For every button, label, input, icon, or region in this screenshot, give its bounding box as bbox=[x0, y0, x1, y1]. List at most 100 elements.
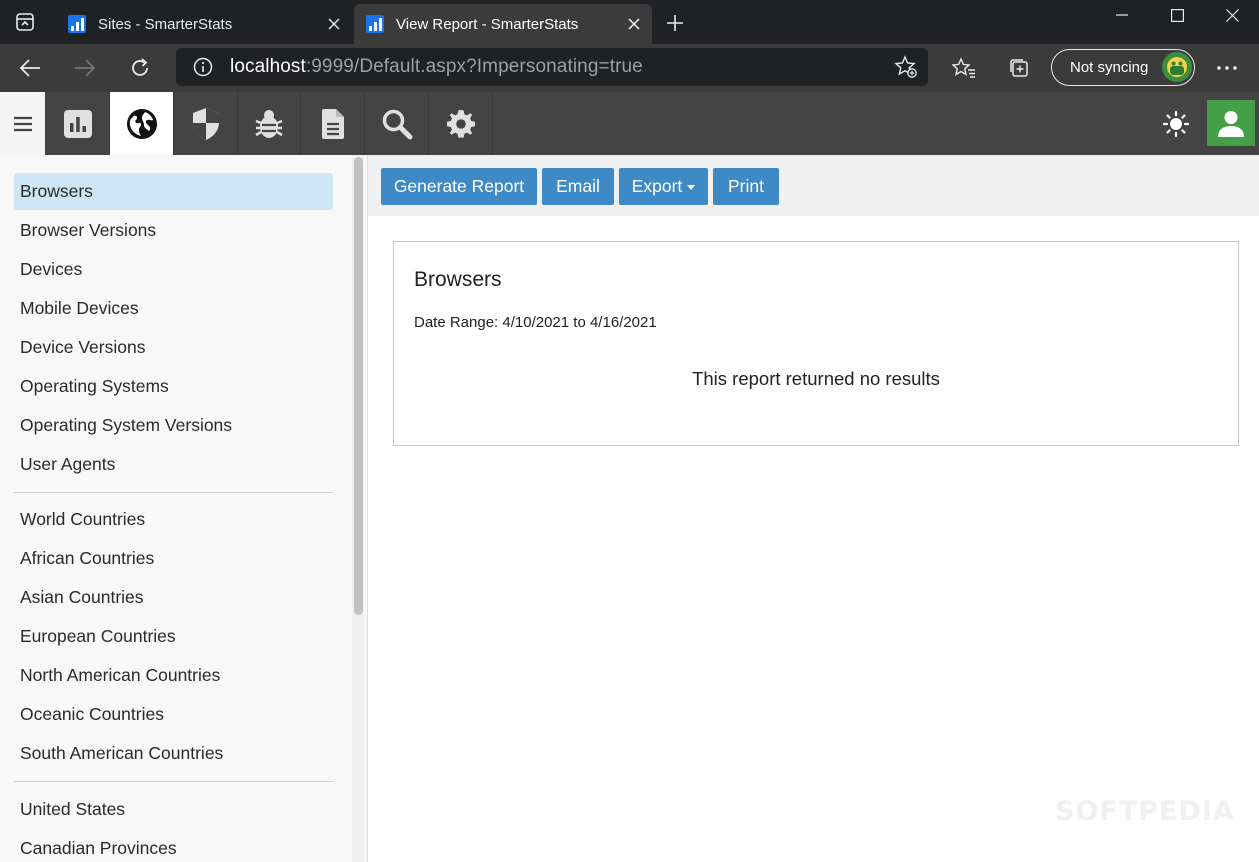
search-icon bbox=[382, 109, 412, 139]
menu-toggle-button[interactable] bbox=[0, 92, 45, 155]
caret-down-icon bbox=[687, 185, 696, 190]
add-favorite-button[interactable] bbox=[894, 55, 918, 79]
sidebar-item-user-agents[interactable]: User Agents bbox=[14, 446, 333, 483]
document-icon bbox=[321, 108, 344, 139]
sidebar-item-oceanic-countries[interactable]: Oceanic Countries bbox=[14, 696, 333, 733]
generate-report-button[interactable]: Generate Report bbox=[381, 168, 537, 205]
sidebar-item-device-versions[interactable]: Device Versions bbox=[14, 329, 333, 366]
plus-icon bbox=[667, 15, 683, 31]
toolbar-settings-button[interactable] bbox=[429, 92, 493, 155]
browser-navbar: localhost:9999/Default.aspx?Impersonatin… bbox=[0, 44, 1259, 92]
globe-icon bbox=[126, 108, 157, 139]
tab-title: View Report - SmarterStats bbox=[396, 15, 579, 33]
tab-view-report[interactable]: View Report - SmarterStats bbox=[354, 4, 652, 44]
refresh-icon bbox=[132, 58, 148, 76]
sidebar-item-european-countries[interactable]: European Countries bbox=[14, 618, 333, 655]
arrow-left-icon bbox=[19, 59, 40, 77]
close-window-button[interactable] bbox=[1205, 0, 1259, 30]
close-icon bbox=[1225, 8, 1239, 22]
toolbar-errors-button[interactable] bbox=[237, 92, 301, 155]
toolbar-reports-button[interactable] bbox=[46, 92, 110, 155]
theme-toggle-button[interactable] bbox=[1152, 100, 1200, 148]
toolbar-geo-button[interactable] bbox=[110, 92, 174, 155]
close-icon bbox=[628, 18, 640, 30]
arrow-right-icon bbox=[75, 59, 96, 77]
refresh-button[interactable] bbox=[120, 48, 160, 88]
sidebar-item-south-american-countries[interactable]: South American Countries bbox=[14, 735, 333, 772]
browser-titlebar: Sites - SmarterStats View Report - Smart… bbox=[0, 0, 1259, 44]
toolbar-search-button[interactable] bbox=[365, 92, 429, 155]
settings-more-button[interactable] bbox=[1207, 48, 1247, 88]
smarterstats-favicon bbox=[68, 15, 86, 33]
favorites-button[interactable] bbox=[944, 48, 984, 88]
sync-status-label: Not syncing bbox=[1070, 59, 1149, 76]
report-date-range: Date Range: 4/10/2021 to 4/16/2021 bbox=[414, 314, 657, 331]
sidebar-item-african-countries[interactable]: African Countries bbox=[14, 540, 333, 577]
info-icon bbox=[193, 57, 213, 77]
minimize-icon bbox=[1116, 14, 1128, 16]
forward-button[interactable] bbox=[65, 48, 105, 88]
report-title: Browsers bbox=[414, 268, 502, 291]
print-button[interactable]: Print bbox=[713, 168, 779, 205]
report-sidebar: Browsers Browser Versions Devices Mobile… bbox=[0, 155, 368, 862]
softpedia-watermark: SOFTPEDIA bbox=[1055, 796, 1235, 827]
maximize-icon bbox=[1170, 8, 1184, 22]
export-dropdown-button[interactable]: Export bbox=[619, 168, 708, 205]
sidebar-item-browser-versions[interactable]: Browser Versions bbox=[14, 212, 333, 249]
profile-sync-button[interactable]: Not syncing bbox=[1051, 49, 1195, 86]
back-button[interactable] bbox=[10, 48, 50, 88]
sidebar-scrollbar[interactable] bbox=[352, 155, 364, 862]
sidebar-item-canadian-provinces[interactable]: Canadian Provinces bbox=[14, 830, 333, 862]
tab-title: Sites - SmarterStats bbox=[98, 15, 233, 33]
tab-actions-button[interactable] bbox=[0, 0, 50, 44]
hamburger-icon bbox=[13, 116, 32, 131]
shield-icon bbox=[192, 107, 219, 140]
profile-avatar-icon bbox=[1162, 52, 1192, 82]
sidebar-item-asian-countries[interactable]: Asian Countries bbox=[14, 579, 333, 616]
toolbar-security-button[interactable] bbox=[174, 92, 238, 155]
export-label: Export bbox=[631, 176, 683, 196]
address-bar[interactable]: localhost:9999/Default.aspx?Impersonatin… bbox=[176, 48, 928, 86]
maximize-button[interactable] bbox=[1150, 0, 1204, 30]
report-card: Browsers Date Range: 4/10/2021 to 4/16/2… bbox=[393, 241, 1239, 446]
url-path: :9999/Default.aspx?Impersonating=true bbox=[305, 56, 643, 77]
close-icon bbox=[328, 18, 340, 30]
close-tab-button[interactable] bbox=[316, 6, 352, 42]
app-toolbar bbox=[0, 92, 1259, 155]
close-tab-button[interactable] bbox=[616, 6, 652, 42]
site-info-button[interactable] bbox=[176, 57, 230, 77]
bug-icon bbox=[254, 109, 283, 138]
minimize-button[interactable] bbox=[1095, 0, 1149, 30]
email-button[interactable]: Email bbox=[542, 168, 614, 205]
sidebar-scroll-thumb[interactable] bbox=[354, 157, 363, 615]
sidebar-item-world-countries[interactable]: World Countries bbox=[14, 501, 333, 538]
sun-icon bbox=[1162, 110, 1190, 138]
star-add-icon bbox=[894, 55, 917, 78]
url-text: localhost:9999/Default.aspx?Impersonatin… bbox=[230, 56, 643, 78]
sidebar-item-mobile-devices[interactable]: Mobile Devices bbox=[14, 290, 333, 327]
user-icon bbox=[1218, 111, 1244, 137]
chart-icon bbox=[63, 109, 92, 138]
more-dots-icon bbox=[1217, 66, 1237, 70]
sidebar-item-browsers[interactable]: Browsers bbox=[14, 173, 333, 210]
sidebar-item-north-american-countries[interactable]: North American Countries bbox=[14, 657, 333, 694]
collections-icon bbox=[1010, 59, 1028, 77]
sidebar-item-os-versions[interactable]: Operating System Versions bbox=[14, 407, 333, 444]
sidebar-divider bbox=[14, 781, 333, 782]
report-main: Generate Report Email Export Print Brows… bbox=[368, 155, 1259, 862]
sidebar-divider bbox=[14, 492, 333, 493]
sidebar-item-devices[interactable]: Devices bbox=[14, 251, 333, 288]
report-empty-message: This report returned no results bbox=[692, 368, 940, 389]
report-action-bar: Generate Report Email Export Print bbox=[368, 155, 1259, 216]
gear-icon bbox=[446, 109, 475, 138]
collections-button[interactable] bbox=[999, 48, 1039, 88]
url-host: localhost bbox=[230, 56, 306, 77]
tab-sites[interactable]: Sites - SmarterStats bbox=[56, 4, 352, 44]
sidebar-item-operating-systems[interactable]: Operating Systems bbox=[14, 368, 333, 405]
user-menu-button[interactable] bbox=[1207, 100, 1255, 146]
smarterstats-favicon bbox=[366, 15, 384, 33]
sidebar-item-united-states[interactable]: United States bbox=[14, 791, 333, 828]
new-tab-button[interactable] bbox=[658, 6, 692, 40]
favorites-icon bbox=[952, 57, 975, 78]
toolbar-pages-button[interactable] bbox=[301, 92, 365, 155]
